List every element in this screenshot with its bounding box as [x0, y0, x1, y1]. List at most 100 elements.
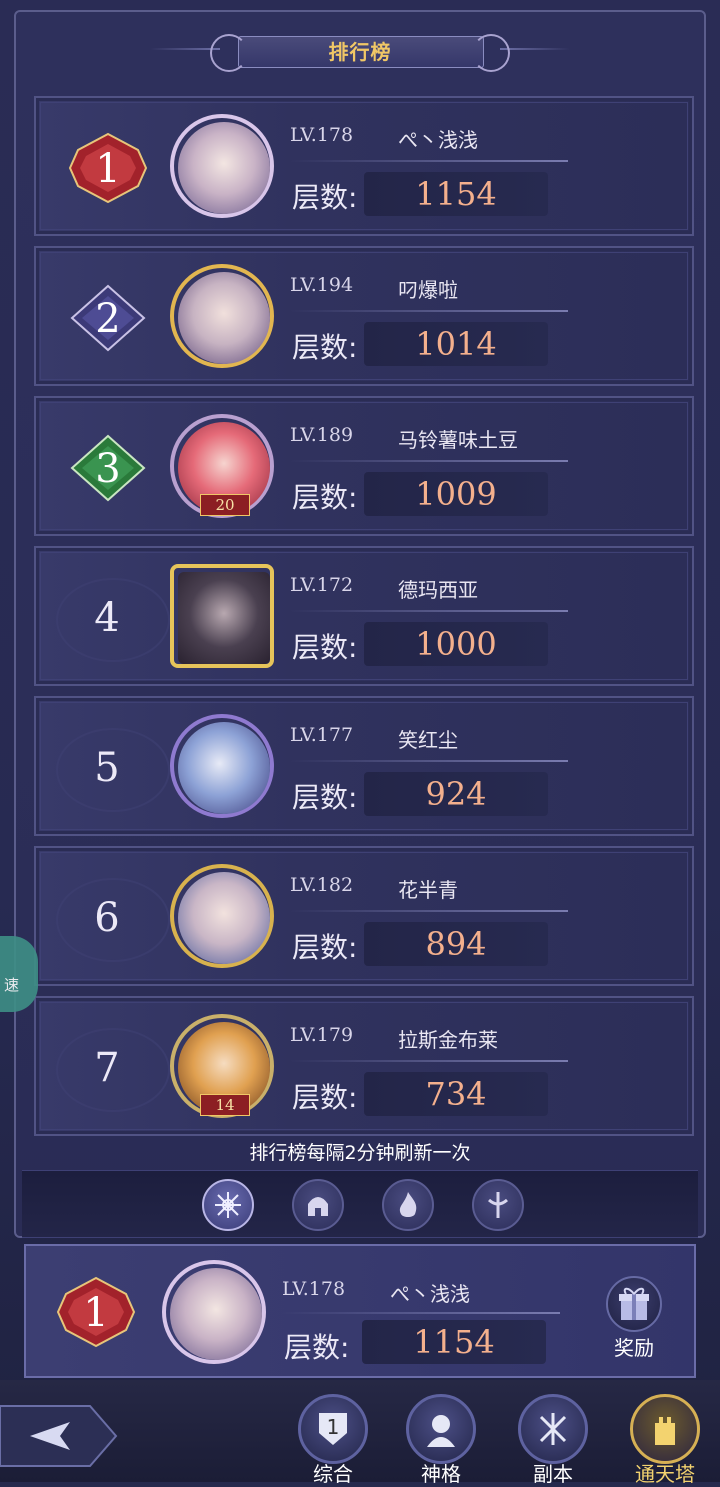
floor-label: 层数: — [292, 481, 358, 514]
shield-one-icon: 1 — [298, 1394, 368, 1464]
player-level: LV.194 — [290, 274, 354, 296]
back-button[interactable] — [0, 1396, 118, 1476]
avatar[interactable] — [166, 560, 282, 676]
player-level: LV.177 — [290, 724, 354, 746]
name-divider — [290, 460, 568, 462]
nav-label: 副本 — [533, 1462, 573, 1486]
title-ornament-right — [472, 34, 510, 72]
player-name: ぺ丶浅浅 — [390, 1282, 470, 1306]
score-box: 1154 — [364, 172, 548, 216]
player-level: LV.182 — [290, 874, 354, 896]
rank-number: 7 — [94, 1045, 120, 1091]
category-tabs — [22, 1170, 698, 1238]
title-divider-right — [500, 48, 570, 50]
floor-count: 1154 — [413, 1323, 495, 1361]
score-box: 734 — [364, 1072, 548, 1116]
rank-row-5[interactable]: 5 LV.177 笑红尘 层数: 924 — [34, 696, 694, 836]
score-box: 924 — [364, 772, 548, 816]
nav-overall[interactable]: 1 综合 — [292, 1394, 374, 1486]
name-divider — [290, 310, 568, 312]
floor-label: 层数: — [292, 331, 358, 364]
nav-label: 神格 — [421, 1462, 461, 1486]
floor-count: 1009 — [415, 475, 497, 513]
avatar[interactable] — [166, 260, 282, 376]
player-name: 笑红尘 — [398, 728, 458, 752]
score-box: 1009 — [364, 472, 548, 516]
avatar-level-badge: 14 — [200, 1094, 250, 1116]
player-level: LV.189 — [290, 424, 354, 446]
title-ornament-left — [210, 34, 248, 72]
speed-badge[interactable]: 速 — [0, 936, 38, 1012]
snowflake-emblem-icon — [215, 1192, 241, 1218]
helmet-emblem-icon — [308, 1197, 328, 1216]
reward-button[interactable]: 奖励 — [598, 1276, 670, 1366]
name-divider — [290, 1060, 568, 1062]
rank-medal-icon: 2 — [70, 284, 146, 352]
name-divider — [282, 1312, 560, 1314]
avatar-image — [170, 1268, 262, 1360]
floor-label: 层数: — [292, 631, 358, 664]
avatar-image — [178, 272, 270, 364]
nav-divinity[interactable]: 神格 — [400, 1394, 482, 1486]
rank-row-7[interactable]: 7 14 LV.179 拉斯金布莱 层数: 734 — [34, 996, 694, 1136]
player-level: LV.172 — [290, 574, 354, 596]
avatar[interactable] — [166, 710, 282, 826]
bottom-nav: 1 综合 神格 副本 通天塔 — [0, 1380, 720, 1486]
player-name: 德玛西亚 — [398, 578, 478, 602]
floor-count: 1000 — [415, 625, 497, 663]
avatar-level-badge: 20 — [200, 494, 250, 516]
avatar[interactable]: 20 — [166, 410, 282, 526]
floor-count: 894 — [425, 925, 487, 963]
rank-medal-icon: 1 — [56, 1276, 136, 1348]
ranking-screen: 排行榜 1 LV.178 ぺ丶浅浅 层数: 1154 2 LV.194 叼爆啦 … — [0, 0, 720, 1486]
flame-emblem-icon — [399, 1192, 417, 1217]
name-divider — [290, 160, 568, 162]
avatar-image — [178, 122, 270, 214]
floor-count: 1154 — [415, 175, 497, 213]
avatar-image — [178, 872, 270, 964]
sword-emblem-icon — [488, 1192, 508, 1218]
player-level: LV.179 — [290, 1024, 354, 1046]
tab-flame[interactable] — [382, 1179, 434, 1231]
player-name: ぺ丶浅浅 — [398, 128, 478, 152]
floor-label: 层数: — [292, 181, 358, 214]
page-title: 排行榜 — [328, 39, 392, 64]
name-divider — [290, 610, 568, 612]
avatar[interactable]: 14 — [166, 1010, 282, 1126]
rank-medal-number: 2 — [95, 296, 120, 342]
name-divider — [290, 760, 568, 762]
player-level: LV.178 — [290, 124, 354, 146]
nav-label: 通天塔 — [635, 1462, 695, 1486]
avatar[interactable] — [166, 110, 282, 226]
tab-sword[interactable] — [472, 1179, 524, 1231]
score-box: 894 — [364, 922, 548, 966]
player-name: 拉斯金布莱 — [398, 1028, 498, 1052]
floor-count: 734 — [425, 1075, 487, 1113]
rank-row-4[interactable]: 4 LV.172 德玛西亚 层数: 1000 — [34, 546, 694, 686]
floor-label: 层数: — [292, 781, 358, 814]
svg-text:1: 1 — [327, 1415, 340, 1439]
nav-tower[interactable]: 通天塔 — [624, 1394, 706, 1486]
rank-row-2[interactable]: 2 LV.194 叼爆啦 层数: 1014 — [34, 246, 694, 386]
nav-dungeon[interactable]: 副本 — [512, 1394, 594, 1486]
tab-helmet[interactable] — [292, 1179, 344, 1231]
rank-medal-icon: 3 — [70, 434, 146, 502]
avatar-image — [178, 722, 270, 814]
player-name: 叼爆啦 — [398, 278, 458, 302]
score-box: 1154 — [362, 1320, 546, 1364]
rank-row-3[interactable]: 3 20 LV.189 马铃薯味土豆 层数: 1009 — [34, 396, 694, 536]
reward-label: 奖励 — [614, 1336, 654, 1360]
crossed-swords-icon — [518, 1394, 588, 1464]
rank-number: 5 — [94, 745, 120, 791]
speed-label: 速 — [4, 976, 20, 994]
portrait-icon — [406, 1394, 476, 1464]
player-name: 花半青 — [398, 878, 458, 902]
rank-row-6[interactable]: 6 LV.182 花半青 层数: 894 — [34, 846, 694, 986]
avatar[interactable] — [166, 860, 282, 976]
rank-medal-number: 3 — [95, 446, 120, 492]
my-avatar[interactable] — [158, 1256, 274, 1372]
tab-snowflake[interactable] — [202, 1179, 254, 1231]
title-banner: 排行榜 — [210, 28, 510, 72]
rank-medal-number: 1 — [95, 146, 120, 192]
rank-row-1[interactable]: 1 LV.178 ぺ丶浅浅 层数: 1154 — [34, 96, 694, 236]
